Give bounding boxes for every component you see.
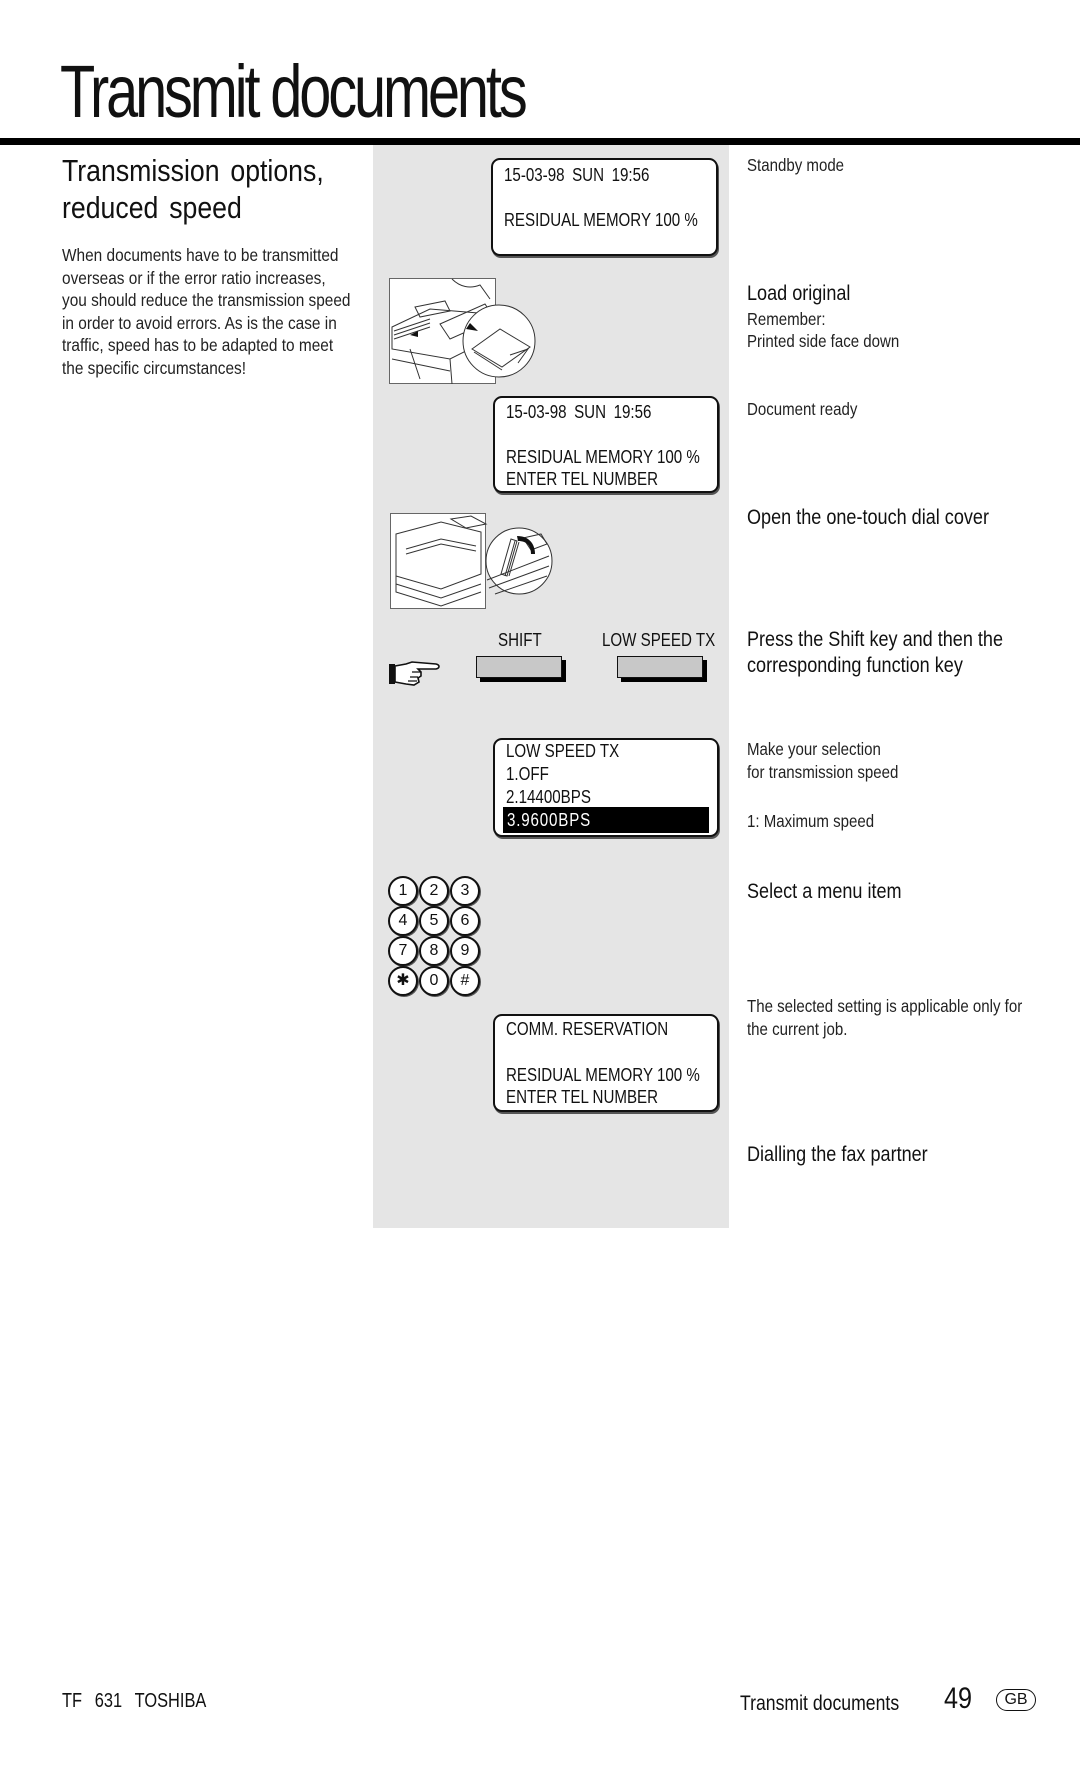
lcd-line: 15-03-98 SUN 19:56: [506, 402, 652, 422]
intro-paragraph: When documents have to be transmitted ov…: [62, 244, 379, 380]
header-rule: [0, 138, 1080, 145]
low-speed-tx-key-button[interactable]: [617, 656, 703, 678]
keypad-key-1[interactable]: 1: [388, 876, 418, 906]
instruction-select-menu: Select a menu item: [747, 880, 902, 903]
keypad-key-3[interactable]: 3: [450, 876, 480, 906]
intro-line: the specific circumstances!: [62, 357, 247, 378]
keypad-key-7[interactable]: 7: [388, 936, 418, 966]
instruction-dialling: Dialling the fax partner: [747, 1143, 928, 1166]
keypad-key-4[interactable]: 4: [388, 906, 418, 936]
instruction-max-speed: 1: Maximum speed: [747, 811, 875, 831]
lcd-line: COMM. RESERVATION: [506, 1019, 669, 1039]
instruction-make-selection: Make your selection: [747, 739, 881, 759]
instruction-standby: Standby mode: [747, 155, 845, 175]
fax-open-cover-illustration: [390, 513, 553, 609]
instruction-press-shift-cont: corresponding function key: [747, 654, 963, 677]
lcd-display-low-speed-menu: LOW SPEED TX 1.OFF 2.14400BPS 3.9600BPS: [493, 738, 719, 837]
footer-chapter: Transmit documents: [740, 1692, 900, 1715]
lcd-line: 15-03-98 SUN 19:56: [504, 165, 650, 185]
lcd-display-standby: 15-03-98 SUN 19:56 RESIDUAL MEMORY 100 %: [491, 158, 718, 256]
keypad-key-2[interactable]: 2: [419, 876, 449, 906]
fax-machine-icon: [395, 515, 553, 607]
keypad-key-0[interactable]: 0: [419, 966, 449, 996]
shift-key-label: SHIFT: [498, 630, 542, 650]
instruction-remember: Remember:: [747, 309, 826, 329]
lcd-menu-option-selected: 3.9600BPS: [503, 807, 709, 833]
lcd-menu-option: 1.OFF: [506, 764, 549, 784]
keypad-key-hash[interactable]: #: [450, 966, 480, 996]
lcd-line: ENTER TEL NUMBER: [506, 1087, 659, 1107]
keypad-key-5[interactable]: 5: [419, 906, 449, 936]
pointing-hand-icon: [388, 660, 444, 688]
footer-model: TF 631: [62, 1690, 123, 1712]
keypad-key-9[interactable]: 9: [450, 936, 480, 966]
lcd-selected-label: 3.9600BPS: [507, 810, 592, 830]
lcd-line: ENTER TEL NUMBER: [506, 469, 659, 489]
low-speed-tx-key-label: LOW SPEED TX: [602, 630, 716, 650]
shift-key-button[interactable]: [476, 656, 562, 678]
instruction-printed-side: Printed side face down: [747, 331, 900, 351]
lcd-display-document-ready: 15-03-98 SUN 19:56 RESIDUAL MEMORY 100 %…: [493, 396, 719, 493]
instruction-document-ready: Document ready: [747, 399, 858, 419]
footer-brand: TOSHIBA: [134, 1690, 207, 1712]
intro-line: you should reduce the transmission speed: [62, 290, 351, 311]
section-title-line2: reduced speed: [62, 190, 242, 225]
intro-line: overseas or if the error ratio increases…: [62, 267, 326, 288]
keypad-key-8[interactable]: 8: [419, 936, 449, 966]
numeric-keypad: 1 2 3 4 5 6 7 8 9 ✱ 0 #: [388, 876, 480, 996]
lcd-line: RESIDUAL MEMORY 100 %: [506, 1065, 700, 1085]
instruction-open-cover: Open the one-touch dial cover: [747, 506, 989, 529]
lcd-line: RESIDUAL MEMORY 100 %: [504, 210, 698, 230]
footer-product: TF 631 TOSHIBA: [62, 1690, 206, 1713]
intro-line: traffic, speed has to be adapted to meet: [62, 335, 334, 356]
page-title: Transmit documents: [60, 50, 528, 133]
fax-load-original-illustration: [389, 278, 536, 385]
language-badge: GB: [996, 1689, 1036, 1711]
instruction-press-shift: Press the Shift key and then the: [747, 628, 1004, 651]
instruction-applicable: The selected setting is applicable only …: [747, 996, 1023, 1016]
intro-line: When documents have to be transmitted: [62, 245, 339, 265]
section-title: Transmission options, reduced speed: [62, 152, 324, 226]
lcd-display-comm-reservation: COMM. RESERVATION RESIDUAL MEMORY 100 % …: [493, 1014, 719, 1112]
fax-machine-icon: [391, 278, 536, 385]
lcd-menu-option: 2.14400BPS: [506, 787, 591, 807]
lcd-line: RESIDUAL MEMORY 100 %: [506, 447, 700, 467]
instruction-load-original: Load original: [747, 282, 851, 305]
instruction-applicable-cont: the current job.: [747, 1019, 848, 1039]
keypad-key-6[interactable]: 6: [450, 906, 480, 936]
keypad-key-star[interactable]: ✱: [388, 966, 418, 996]
instruction-make-selection-cont: for transmission speed: [747, 762, 899, 782]
page-number: 49: [944, 1682, 973, 1715]
section-title-line1: Transmission options,: [62, 153, 324, 188]
lcd-menu-title: LOW SPEED TX: [506, 741, 620, 761]
intro-line: in order to avoid errors. As is the case…: [62, 312, 337, 333]
